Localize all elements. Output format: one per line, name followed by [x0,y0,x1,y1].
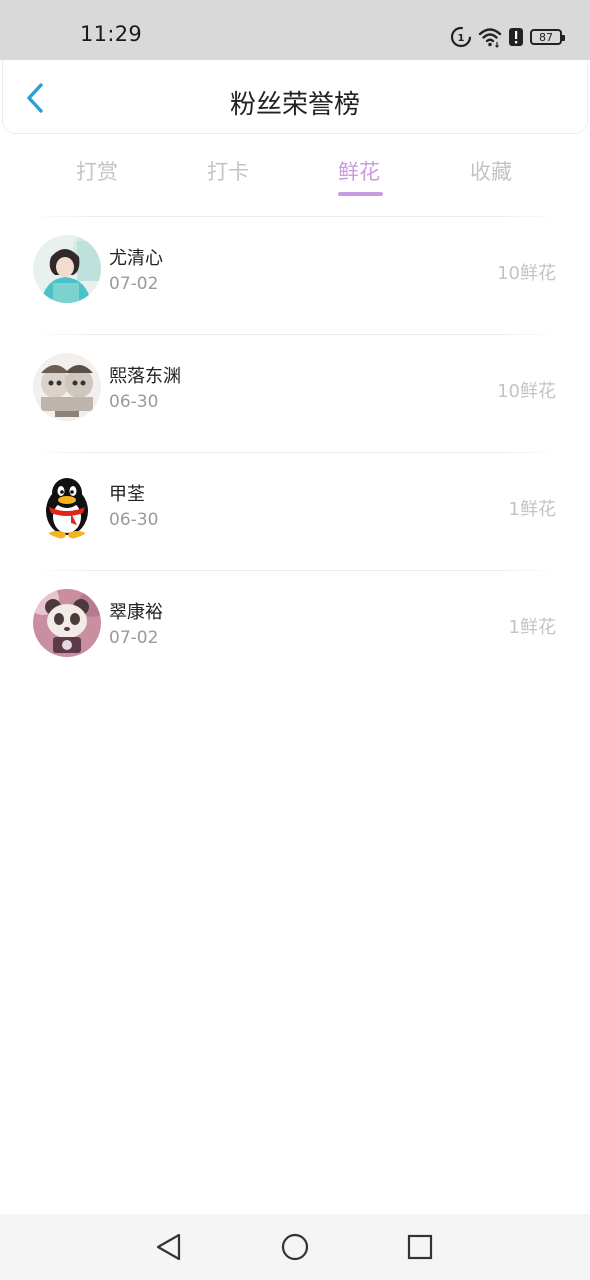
list-item[interactable]: 翠康裕 07-02 1鲜花 [0,570,590,688]
system-nav-bar [0,1214,590,1280]
nav-back-button[interactable] [154,1232,184,1262]
nav-recents-button[interactable] [405,1232,435,1262]
list-item[interactable]: 尤清心 07-02 10鲜花 [0,216,590,334]
fan-date: 07-02 [109,628,159,648]
fan-name: 甲荃 [109,484,145,505]
fan-name: 翠康裕 [109,602,163,623]
tab-favorites[interactable]: 收藏 [470,156,512,186]
avatar [33,353,101,421]
fan-name: 熙落东渊 [109,366,181,387]
status-bar: 11:29 1 87 [0,0,590,60]
fan-date: 06-30 [109,510,159,530]
flower-count: 1鲜花 [508,617,556,638]
tab-tip[interactable]: 打赏 [76,156,118,186]
battery-icon: 87 [530,29,565,45]
status-icons: 1 87 [450,24,565,50]
status-time: 11:29 [80,22,143,46]
list-item[interactable]: 甲荃 06-30 1鲜花 [0,452,590,570]
nav-home-button[interactable] [280,1232,310,1262]
back-triangle-icon [154,1233,184,1266]
fan-date: 06-30 [109,392,159,412]
active-tab-indicator [338,192,383,196]
wifi-icon [478,26,502,48]
avatar [33,235,101,303]
recents-square-icon [405,1234,435,1266]
top-header: 粉丝荣誉榜 [2,60,588,134]
tab-checkin[interactable]: 打卡 [207,156,249,186]
svg-text:1: 1 [458,33,465,44]
fan-name: 尤清心 [109,248,163,269]
tab-bar: 打赏 打卡 鲜花 收藏 [0,150,590,202]
home-circle-icon [280,1233,310,1266]
flower-count: 1鲜花 [508,499,556,520]
fan-date: 07-02 [109,274,159,294]
list-item[interactable]: 熙落东渊 06-30 10鲜花 [0,334,590,452]
avatar [33,471,101,539]
page-title: 粉丝荣誉榜 [229,90,360,120]
flower-count: 10鲜花 [497,381,556,402]
flower-count: 10鲜花 [497,263,556,284]
avatar [33,589,101,657]
data-saver-icon: 1 [450,26,472,48]
alert-icon [508,26,524,48]
tab-flowers[interactable]: 鲜花 [338,156,380,186]
